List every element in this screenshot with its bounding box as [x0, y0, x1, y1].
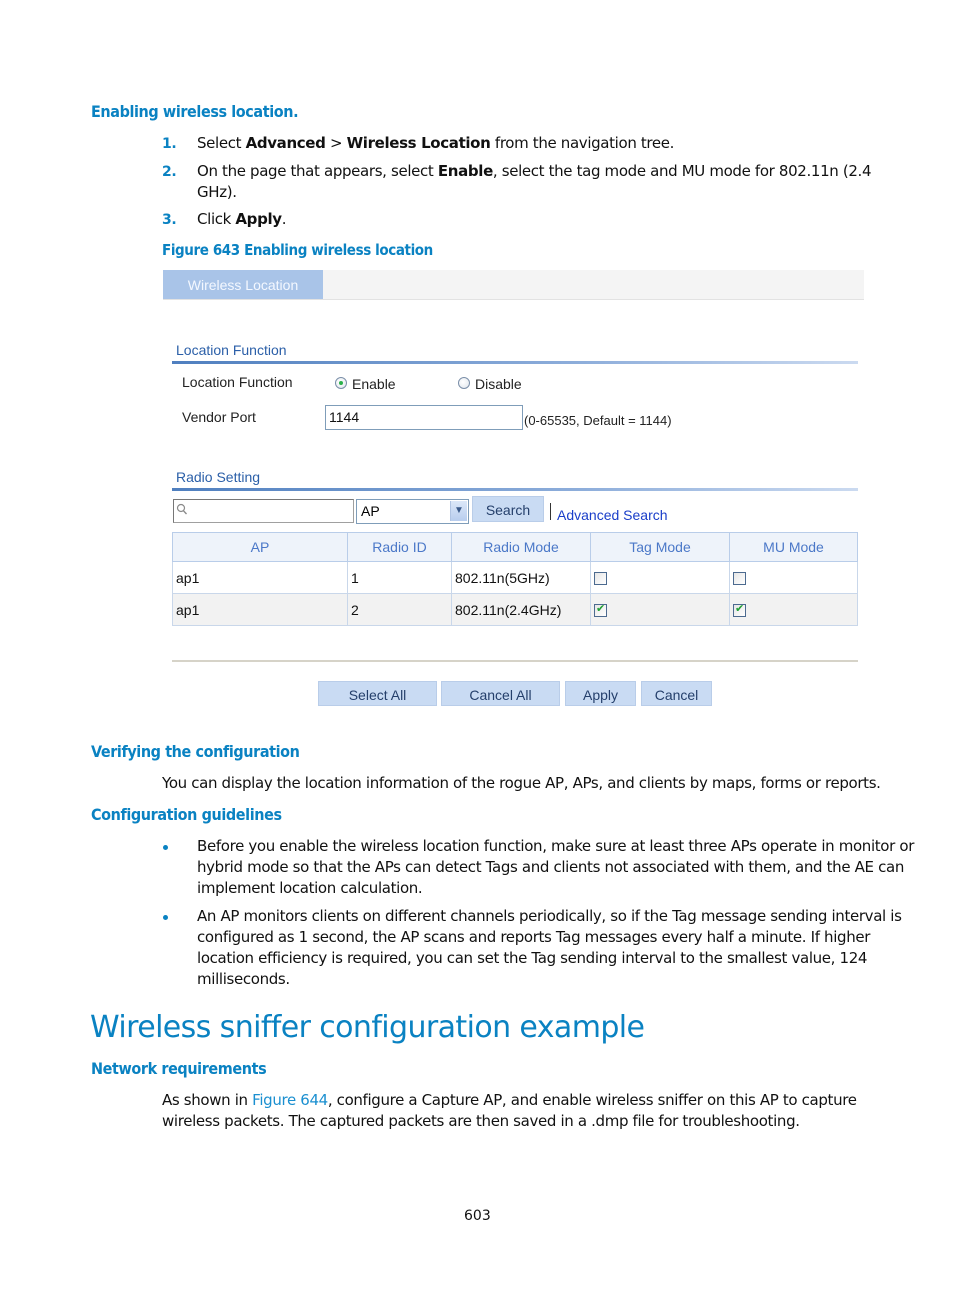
table-row: ap1 1 802.11n(5GHz) [172, 561, 858, 594]
column-header-ap[interactable]: AP [172, 532, 348, 562]
tag-mode-checkbox[interactable] [594, 602, 607, 618]
section-divider [172, 361, 858, 364]
vendor-port-label: Vendor Port [182, 409, 256, 425]
step-1-text: Select Advanced > Wireless Location from… [197, 134, 675, 152]
cell-tag-mode [590, 561, 730, 594]
cell-mu-mode [729, 593, 858, 626]
link-separator [550, 503, 551, 520]
page-number: 603 [464, 1208, 491, 1224]
cell-ap: ap1 [172, 593, 348, 626]
search-button[interactable]: Search [472, 496, 544, 522]
location-function-label: Location Function [182, 374, 293, 390]
enable-radio-label[interactable]: Enable [352, 376, 396, 392]
verifying-text: You can display the location information… [162, 774, 881, 792]
bullet-icon [163, 845, 168, 850]
radio-table: AP Radio ID Radio Mode Tag Mode MU Mode … [172, 532, 858, 626]
cell-mu-mode [729, 561, 858, 594]
heading-enabling-wireless-location: Enabling wireless location. [91, 102, 299, 121]
column-header-mu-mode[interactable]: MU Mode [729, 532, 858, 562]
divider [172, 660, 858, 662]
mu-mode-checkbox[interactable] [733, 602, 746, 618]
search-field-select[interactable]: AP ▼ [356, 499, 469, 524]
enable-radio[interactable] [335, 377, 347, 389]
disable-radio[interactable] [458, 377, 470, 389]
chevron-down-icon[interactable]: ▼ [450, 501, 467, 521]
heading-guidelines: Configuration guidelines [91, 805, 282, 824]
vendor-port-input[interactable]: 1144 [325, 405, 523, 430]
heading-verifying: Verifying the configuration [91, 742, 300, 761]
vendor-port-hint: (0-65535, Default = 1144) [524, 413, 672, 428]
search-input[interactable] [173, 499, 354, 523]
table-row: ap1 2 802.11n(2.4GHz) [172, 593, 858, 626]
network-requirements-text: As shown in Figure 644, configure a Capt… [162, 1091, 857, 1130]
column-header-tag-mode[interactable]: Tag Mode [590, 532, 730, 562]
step-3-text: Click Apply. [197, 210, 287, 228]
apply-button[interactable]: Apply [565, 681, 636, 706]
select-all-button[interactable]: Select All [318, 681, 437, 706]
cell-ap: ap1 [172, 561, 348, 594]
bullet-icon [163, 915, 168, 920]
cell-radio-mode: 802.11n(2.4GHz) [451, 593, 591, 626]
column-header-radio-mode[interactable]: Radio Mode [451, 532, 591, 562]
cancel-all-button[interactable]: Cancel All [441, 681, 560, 706]
figure-644-link[interactable]: Figure 644 [252, 1091, 328, 1109]
guideline-1: Before you enable the wireless location … [197, 837, 915, 897]
section-title-radio-setting: Radio Setting [176, 469, 261, 485]
cell-tag-mode [590, 593, 730, 626]
tag-mode-checkbox[interactable] [594, 572, 607, 586]
step-2-text: On the page that appears, select Enable,… [197, 162, 872, 201]
cell-radio-id: 1 [347, 561, 452, 594]
disable-radio-label[interactable]: Disable [475, 376, 522, 392]
search-icon [176, 503, 188, 515]
figure-caption: Figure 643 Enabling wireless location [162, 241, 433, 259]
column-header-radio-id[interactable]: Radio ID [347, 532, 452, 562]
guideline-2: An AP monitors clients on different chan… [197, 907, 902, 988]
heading-network-requirements: Network requirements [91, 1059, 267, 1078]
section-divider [172, 488, 858, 491]
page-title-wireless-sniffer: Wireless sniffer configuration example [90, 1010, 645, 1045]
step-2-number: 2. [162, 164, 177, 180]
cell-radio-id: 2 [347, 593, 452, 626]
tab-wireless-location[interactable]: Wireless Location [163, 270, 323, 299]
step-1-number: 1. [162, 136, 177, 152]
cell-radio-mode: 802.11n(5GHz) [451, 561, 591, 594]
mu-mode-checkbox[interactable] [733, 572, 746, 586]
step-3-number: 3. [162, 212, 177, 228]
cancel-button[interactable]: Cancel [641, 681, 712, 706]
section-title-location-function: Location Function [176, 342, 287, 358]
table-header-row: AP Radio ID Radio Mode Tag Mode MU Mode [172, 532, 858, 562]
advanced-search-link[interactable]: Advanced Search [557, 507, 668, 523]
